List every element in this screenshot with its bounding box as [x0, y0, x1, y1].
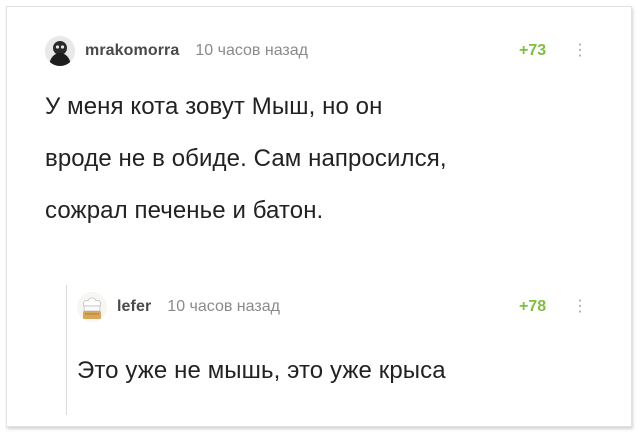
comment-line: сожрал печенье и батон.: [45, 197, 324, 224]
comment-line: вроде не в обиде. Сам напросился,: [45, 145, 447, 172]
comment-header: lefer 10 часов назад +78 ⋮: [77, 289, 605, 325]
comment-card: mrakomorra 10 часов назад +73 ⋮ У меня к…: [6, 6, 632, 427]
vertical-ellipsis-icon[interactable]: ⋮: [572, 43, 588, 59]
user-avatar[interactable]: [45, 36, 75, 66]
vertical-ellipsis-icon[interactable]: ⋮: [572, 299, 588, 315]
username[interactable]: mrakomorra: [85, 42, 179, 60]
comment-root: mrakomorra 10 часов назад +73 ⋮ У меня к…: [45, 33, 605, 237]
thread-line: [66, 285, 67, 415]
username[interactable]: lefer: [117, 298, 151, 316]
user-avatar-icon: [45, 36, 75, 66]
timestamp[interactable]: 10 часов назад: [195, 42, 308, 60]
user-avatar[interactable]: [77, 292, 107, 322]
comment-text: Это уже не мышь, это уже крыса: [77, 357, 446, 384]
timestamp[interactable]: 10 часов назад: [167, 298, 280, 316]
rating-value: +73: [519, 42, 547, 59]
comment-line: У меня кота зовут Мыш, но он: [45, 93, 383, 120]
comment-text: У меня кота зовут Мыш, но он вроде не в …: [45, 81, 605, 237]
rating-value: +78: [519, 298, 547, 315]
comment-header: mrakomorra 10 часов назад +73 ⋮: [45, 33, 605, 69]
comment-reply: lefer 10 часов назад +78 ⋮ Это уже не мы…: [77, 289, 605, 397]
chef-hat-icon: [77, 292, 107, 322]
